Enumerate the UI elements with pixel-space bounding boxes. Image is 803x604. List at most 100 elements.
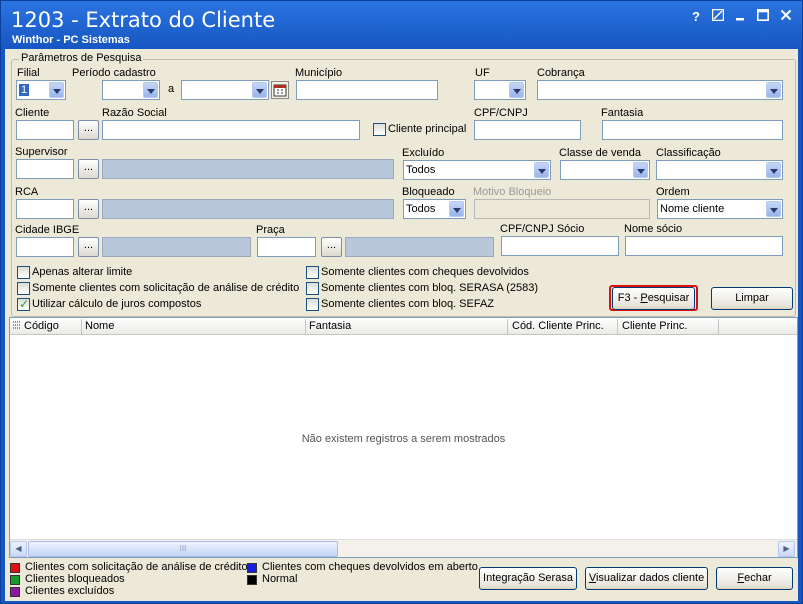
horizontal-scrollbar[interactable]: ◀ III ▶ [10, 539, 797, 557]
periodo-start-input[interactable] [102, 80, 160, 100]
nome-socio-input[interactable] [625, 236, 783, 256]
praca-input[interactable] [257, 237, 316, 257]
chevron-down-icon[interactable] [633, 162, 648, 178]
filial-label: Filial [17, 67, 40, 79]
supervisor-lookup-button[interactable]: ... [78, 159, 99, 179]
maximize-icon[interactable] [754, 9, 772, 25]
legend-swatch-cheques [247, 563, 257, 573]
excluido-value: Todos [406, 164, 436, 176]
chevron-down-icon[interactable] [509, 82, 524, 98]
fechar-label-suffix: echar [744, 572, 772, 584]
col-separator [305, 319, 306, 334]
visualizar-dados-cliente-button[interactable]: Visualizar dados cliente [585, 567, 708, 590]
juros-compostos-checkbox[interactable] [17, 297, 30, 311]
municipio-input[interactable] [296, 80, 438, 100]
window-title: 1203 - Extrato do Cliente [11, 8, 276, 32]
integracao-serasa-button[interactable]: Integração Serasa [479, 567, 577, 590]
col-separator [81, 319, 82, 334]
chevron-down-icon[interactable] [766, 162, 781, 178]
legend-label-excluidos: Clientes excluídos [25, 585, 115, 597]
chevron-down-icon[interactable] [143, 82, 158, 98]
scroll-right-icon[interactable]: ▶ [778, 541, 795, 557]
cliente-principal-checkbox[interactable] [373, 123, 386, 136]
filial-select[interactable]: 1 [16, 80, 66, 100]
praca-lookup-button[interactable]: ... [321, 237, 342, 257]
fechar-button[interactable]: Fechar [716, 567, 793, 590]
col-cliente-princ[interactable]: Cliente Princ. [622, 320, 687, 332]
pesquisar-label-suffix: esquisar [647, 292, 690, 304]
cliente-lookup-button[interactable]: ... [78, 120, 99, 140]
col-separator [507, 319, 508, 334]
chevron-down-icon[interactable] [534, 162, 549, 178]
cidade-lookup-button[interactable]: ... [78, 237, 99, 257]
column-chooser-icon[interactable] [13, 321, 21, 334]
legend-label-cheques: Clientes com cheques devolvidos em abert… [262, 561, 478, 573]
chevron-down-icon[interactable] [766, 82, 781, 98]
apenas-alterar-checkbox[interactable] [17, 266, 30, 279]
rca-label: RCA [15, 186, 39, 198]
uf-select[interactable] [474, 80, 526, 100]
help-icon[interactable]: ? [687, 9, 705, 25]
cpf-cnpj-input[interactable] [474, 120, 581, 140]
close-icon[interactable] [777, 9, 795, 25]
classe-venda-label: Classe de venda [559, 147, 641, 159]
results-grid[interactable]: Código Nome Fantasia Cód. Cliente Princ.… [9, 317, 798, 558]
bloq-sefaz-label: Somente clientes com bloq. SEFAZ [321, 298, 495, 310]
title-bar[interactable]: 1203 - Extrato do Cliente Winthor - PC S… [1, 1, 802, 49]
col-fantasia[interactable]: Fantasia [309, 320, 351, 332]
chevron-down-icon[interactable] [49, 82, 64, 98]
cpf-cnpj-label: CPF/CNPJ [474, 107, 528, 119]
restore-icon[interactable] [709, 8, 727, 25]
limpar-button[interactable]: Limpar [711, 287, 793, 310]
calendar-icon[interactable] [271, 81, 289, 99]
chevron-down-icon[interactable] [252, 82, 267, 98]
col-separator [718, 319, 719, 334]
col-nome[interactable]: Nome [85, 320, 114, 332]
classe-venda-select[interactable] [560, 160, 650, 180]
uf-label: UF [475, 67, 490, 79]
excluido-label: Excluído [402, 147, 445, 159]
classificacao-label: Classificação [656, 147, 721, 159]
somente-solicitacao-checkbox[interactable] [17, 282, 30, 295]
razao-social-input[interactable] [102, 120, 360, 140]
col-cod-cliente-princ[interactable]: Cód. Cliente Princ. [512, 320, 604, 332]
cobranca-label: Cobrança [537, 67, 585, 79]
supervisor-input[interactable] [16, 159, 74, 179]
apenas-alterar-label: Apenas alterar limite [32, 266, 133, 278]
supervisor-name-display [102, 159, 394, 179]
motivo-bloqueio-input [474, 199, 650, 219]
bloq-serasa-checkbox[interactable] [306, 282, 319, 295]
scroll-thumb[interactable]: III [28, 541, 338, 557]
excluido-select[interactable]: Todos [403, 160, 551, 180]
cheques-devolvidos-checkbox[interactable] [306, 266, 319, 279]
legend-swatch-excluidos [10, 587, 20, 597]
periodo-sep: a [168, 83, 175, 95]
col-codigo[interactable]: Código [24, 320, 59, 332]
ordem-value: Nome cliente [660, 203, 725, 215]
pesquisar-button[interactable]: F3 - Pesquisar [612, 287, 695, 310]
col-separator [617, 319, 618, 334]
pesquisar-label-prefix: F3 - [617, 292, 641, 304]
rca-name-display [102, 199, 394, 219]
legend-label-normal: Normal [262, 573, 298, 585]
rca-lookup-button[interactable]: ... [78, 199, 99, 219]
cobranca-select[interactable] [537, 80, 783, 100]
legend-label-credito: Clientes com solicitação de análise de c… [25, 561, 248, 573]
classificacao-select[interactable] [656, 160, 783, 180]
rca-input[interactable] [16, 199, 74, 219]
periodo-label: Período cadastro [72, 67, 156, 79]
cidade-ibge-input[interactable] [16, 237, 74, 257]
periodo-end-input[interactable] [181, 80, 269, 100]
cpf-socio-label: CPF/CNPJ Sócio [500, 223, 585, 235]
bloqueado-select[interactable]: Todos [403, 199, 466, 219]
chevron-down-icon[interactable] [449, 201, 464, 217]
chevron-down-icon[interactable] [766, 201, 781, 217]
cliente-input[interactable] [16, 120, 74, 140]
bloq-sefaz-checkbox[interactable] [306, 298, 319, 311]
praca-label: Praça [256, 224, 285, 236]
scroll-left-icon[interactable]: ◀ [10, 541, 27, 557]
minimize-icon[interactable] [732, 9, 750, 25]
fantasia-input[interactable] [602, 120, 783, 140]
ordem-select[interactable]: Nome cliente [657, 199, 783, 219]
cpf-socio-input[interactable] [501, 236, 619, 256]
